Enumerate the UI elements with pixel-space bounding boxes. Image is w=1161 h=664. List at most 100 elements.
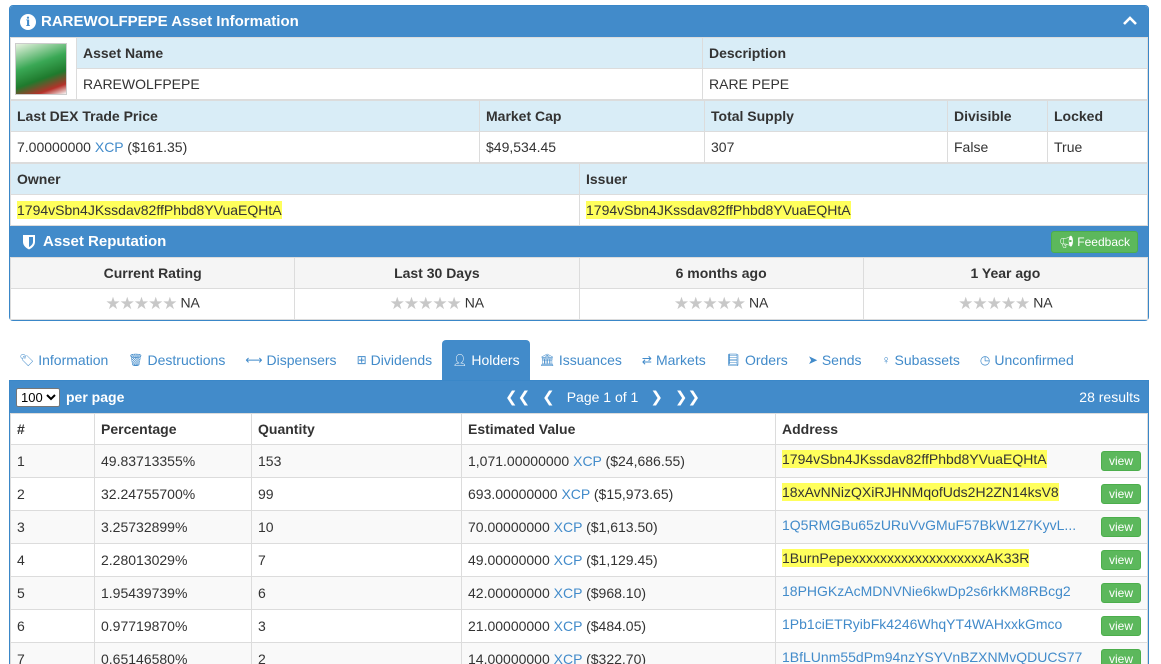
row-address: 1Pb1ciETRyibFk4246WhqYT4WAHxxkGmco view (775, 609, 1148, 643)
star-rating-icon: ★★★★★ (958, 294, 1030, 313)
last-page-icon[interactable]: ❯❯ (675, 388, 700, 406)
xcp-link[interactable]: XCP (561, 486, 590, 502)
tab-holders[interactable]: 👤︎ Holders (442, 340, 530, 380)
paper-plane-icon: ➤ (807, 353, 818, 367)
tab-unconfirmed[interactable]: ◷ Unconfirmed (970, 340, 1084, 380)
asset-name-table: Asset Name Description RAREWOLFPEPE RARE… (10, 37, 1148, 100)
tab-label: Markets (655, 352, 706, 368)
table-row: 2 32.24755700% 99 693.00000000 XCP ($15,973… (10, 477, 1148, 511)
holder-address[interactable]: 1BurnPepexxxxxxxxxxxxxxxxxxxAK33R (782, 549, 1030, 567)
view-button[interactable]: view (1100, 583, 1141, 603)
xcp-link[interactable]: XCP (554, 552, 583, 568)
tab-subassets[interactable]: ♀ Subassets (872, 340, 970, 380)
asset-image[interactable] (15, 42, 67, 95)
holder-address[interactable]: 1Q5RMGBu65zURuVvGMuF57BkW1Z7KyvL... (782, 517, 1076, 533)
view-button[interactable]: view (1100, 517, 1141, 537)
table-row: 7 0.65146580% 2 14.00000000 XCP ($322.70) 1B… (10, 642, 1148, 664)
holder-address[interactable]: 18xAvNNizQXiRJHNMqofUds2H2ZN14ksV8 (782, 483, 1059, 501)
tab-destructions[interactable]: 🗑︎ Destructions (118, 340, 235, 380)
holder-address[interactable]: 18PHGKzAcMDNVNie6kwDp2s6rkKM8RBcg2 (782, 583, 1071, 599)
view-button[interactable]: view (1100, 616, 1141, 636)
first-page-icon[interactable]: ❮❮ (505, 388, 530, 406)
price-label: Last DEX Trade Price (10, 100, 480, 132)
tab-orders[interactable]: 📘︎ Orders (716, 340, 798, 380)
row-number: 2 (10, 477, 95, 511)
tab-label: Unconfirmed (994, 352, 1074, 368)
value-usd: ($1,129.45) (586, 552, 658, 568)
price-usd: ($161.35) (127, 139, 188, 155)
locked-value: True (1047, 131, 1148, 163)
tab-information[interactable]: 🏷︎ Information (9, 340, 118, 380)
row-percentage: 32.24755700% (94, 477, 252, 511)
col-quantity: Quantity (251, 413, 462, 445)
value-amount: 70.00000000 (468, 519, 550, 535)
issuer-value: 1794vSbn4JKssdav82ffPhbd8YVuaEQHtA (579, 194, 1148, 226)
holders-table: # Percentage Quantity Estimated Value Ad… (10, 413, 1148, 664)
row-percentage: 49.83713355% (94, 444, 252, 478)
clock-icon: ◷ (979, 353, 991, 367)
tab-dividends[interactable]: ⊞ Dividends (347, 340, 443, 380)
value-usd: ($322.70) (586, 651, 647, 664)
row-quantity: 99 (251, 477, 462, 511)
star-rating-icon: ★★★★★ (105, 294, 177, 313)
issuer-address[interactable]: 1794vSbn4JKssdav82ffPhbd8YVuaEQHtA (586, 201, 851, 219)
asset-info-header: i RAREWOLFPEPE Asset Information (10, 6, 1148, 37)
value-usd: ($15,973.65) (593, 486, 674, 502)
tab-dispensers[interactable]: ⟷ Dispensers (235, 340, 346, 380)
holder-address[interactable]: 1Pb1ciETRyibFk4246WhqYT4WAHxxkGmco (782, 616, 1062, 632)
holder-address[interactable]: 1794vSbn4JKssdav82ffPhbd8YVuaEQHtA (782, 450, 1047, 468)
row-estimated-value: 14.00000000 XCP ($322.70) (461, 642, 776, 664)
table-row: 5 1.95439739% 6 42.00000000 XCP ($968.10) 18… (10, 576, 1148, 610)
page-info: Page 1 of 1 (566, 389, 639, 405)
xcp-link[interactable]: XCP (554, 651, 583, 664)
rating-6months-value: NA (748, 294, 769, 311)
rating-30days-value: NA (464, 294, 485, 311)
view-button[interactable]: view (1100, 451, 1141, 471)
reputation-table: Current Rating Last 30 Days 6 months ago… (9, 257, 1149, 320)
value-amount: 21.00000000 (468, 618, 550, 634)
row-address: 1794vSbn4JKssdav82ffPhbd8YVuaEQHtA view (775, 444, 1148, 478)
xcp-link[interactable]: XCP (554, 585, 583, 601)
row-estimated-value: 49.00000000 XCP ($1,129.45) (461, 543, 776, 577)
per-page-select[interactable]: 100 (16, 387, 60, 407)
xcp-link[interactable]: XCP (573, 453, 602, 469)
owner-issuer-table: Owner Issuer 1794vSbn4JKssdav82ffPhbd8YV… (10, 163, 1148, 226)
row-address: 18xAvNNizQXiRJHNMqofUds2H2ZN14ksV8 view (775, 477, 1148, 511)
trash-icon: 🗑︎ (128, 353, 144, 367)
holder-address[interactable]: 1BfLUnm55dPm94nzYSYVnBZXNMvQDUCS77 (782, 649, 1082, 664)
xcp-link[interactable]: XCP (95, 139, 124, 155)
row-number: 6 (10, 609, 95, 643)
book-icon: 📘︎ (725, 353, 741, 367)
row-number: 3 (10, 510, 95, 544)
feedback-button[interactable]: 📢︎ Feedback (1050, 231, 1138, 253)
view-button[interactable]: view (1100, 484, 1141, 504)
row-address: 1BfLUnm55dPm94nzYSYVnBZXNMvQDUCS77 view (775, 642, 1148, 664)
row-percentage: 0.97719870% (94, 609, 252, 643)
chevron-up-icon[interactable] (1122, 13, 1138, 29)
description-value: RARE PEPE (702, 68, 1148, 100)
rating-6months: ★★★★★ NA (578, 288, 864, 320)
tab-markets[interactable]: ⇄ Markets (632, 340, 716, 380)
value-amount: 42.00000000 (468, 585, 550, 601)
view-button[interactable]: view (1100, 649, 1141, 664)
divisible-label: Divisible (947, 100, 1048, 132)
asset-name-value: RAREWOLFPEPE (76, 68, 703, 100)
next-page-icon[interactable]: ❯ (650, 388, 663, 406)
xcp-link[interactable]: XCP (554, 618, 583, 634)
xcp-link[interactable]: XCP (554, 519, 583, 535)
owner-address[interactable]: 1794vSbn4JKssdav82ffPhbd8YVuaEQHtA (17, 201, 282, 219)
view-button[interactable]: view (1100, 550, 1141, 570)
row-estimated-value: 70.00000000 XCP ($1,613.50) (461, 510, 776, 544)
star-rating-icon: ★★★★★ (673, 294, 746, 313)
reputation-title: Asset Reputation (43, 233, 167, 250)
child-icon: ♀ (881, 353, 891, 367)
row-estimated-value: 1,071.00000000 XCP ($24,686.55) (461, 444, 776, 478)
tab-sends[interactable]: ➤ Sends (798, 340, 872, 380)
tab-label: Information (38, 352, 109, 368)
row-quantity: 3 (251, 609, 462, 643)
asset-tabs: 🏷︎ Information 🗑︎ Destructions ⟷ Dispensers… (9, 340, 1149, 380)
owner-label: Owner (10, 163, 580, 195)
prev-page-icon[interactable]: ❮ (542, 388, 555, 406)
issuer-label: Issuer (579, 163, 1148, 195)
tab-issuances[interactable]: 🏛︎ Issuances (530, 340, 632, 380)
